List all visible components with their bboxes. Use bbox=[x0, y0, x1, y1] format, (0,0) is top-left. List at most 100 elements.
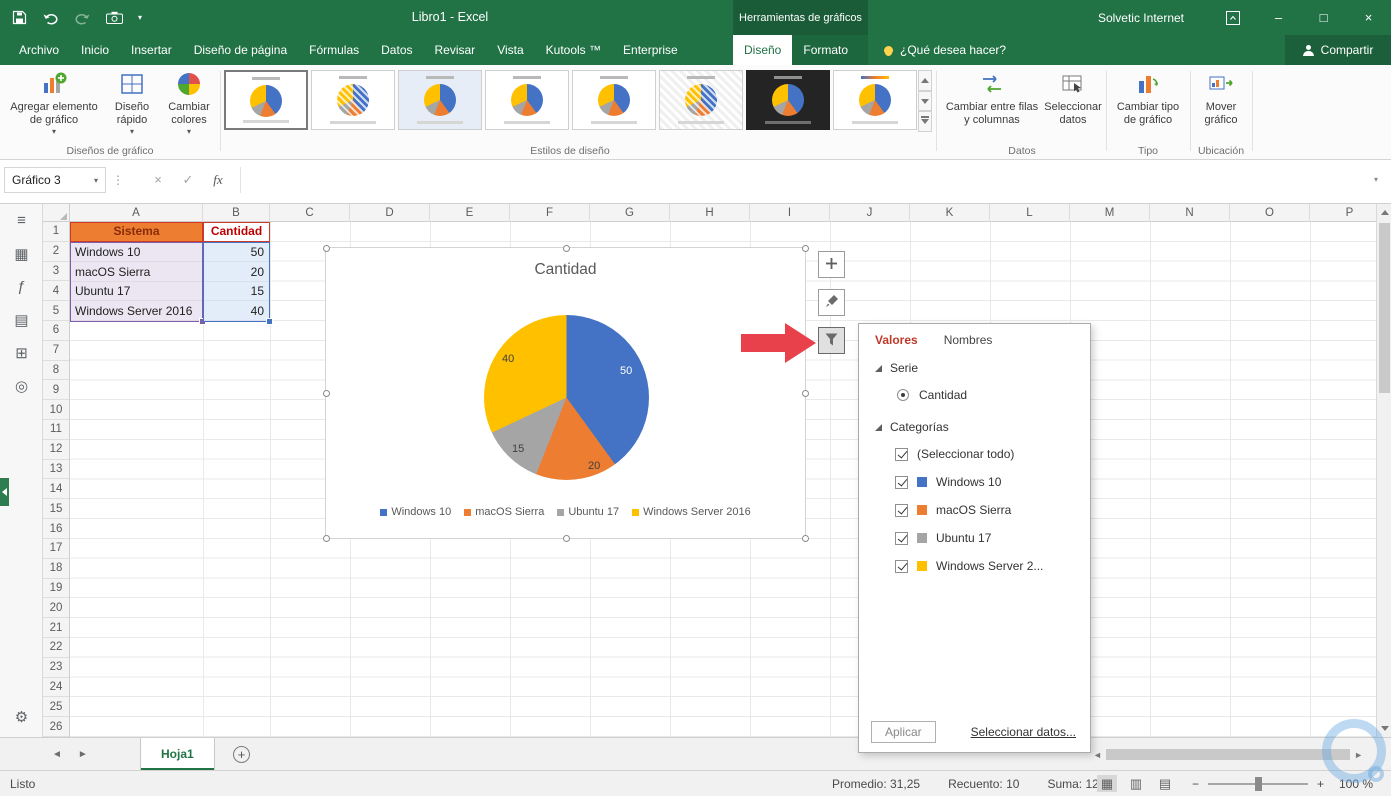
select-all-corner[interactable] bbox=[43, 204, 70, 222]
switch-row-column-button[interactable]: Cambiar entre filas y columnas bbox=[944, 69, 1040, 126]
change-colors-button[interactable]: Cambiar colores ▾ bbox=[160, 69, 218, 139]
select-data-link[interactable]: Seleccionar datos... bbox=[971, 725, 1076, 739]
pie-plot[interactable] bbox=[484, 315, 649, 480]
formula-icon[interactable]: ƒ bbox=[0, 270, 43, 303]
chart-selection-handle[interactable] bbox=[562, 535, 570, 542]
series-radio-option[interactable]: Cantidad bbox=[897, 388, 967, 402]
series-section-header[interactable]: Serie bbox=[875, 361, 918, 375]
zoom-out-icon[interactable]: − bbox=[1192, 777, 1199, 791]
row-header-2[interactable]: 2 bbox=[43, 242, 69, 262]
pane-collapse-handle[interactable] bbox=[0, 478, 9, 506]
row-header-14[interactable]: 14 bbox=[43, 479, 69, 500]
row-header-22[interactable]: 22 bbox=[43, 638, 69, 658]
maximize-button[interactable]: □ bbox=[1301, 0, 1346, 35]
column-header-f[interactable]: F bbox=[510, 204, 590, 222]
row-header-8[interactable]: 8 bbox=[43, 361, 69, 381]
name-box[interactable]: Gráfico 3 ▾ bbox=[4, 167, 106, 193]
row-header-6[interactable]: 6 bbox=[43, 321, 69, 341]
column-header-d[interactable]: D bbox=[350, 204, 430, 222]
chart-style-option[interactable] bbox=[485, 70, 569, 130]
insert-function-icon[interactable]: fx bbox=[206, 167, 230, 193]
checkbox-icon[interactable] bbox=[895, 447, 908, 461]
cell-a2[interactable]: Windows 10 bbox=[71, 243, 202, 263]
chart-style-option[interactable] bbox=[833, 70, 917, 130]
row-header-18[interactable]: 18 bbox=[43, 559, 69, 579]
enter-icon[interactable]: ✓ bbox=[176, 167, 200, 193]
tab-valores[interactable]: Valores bbox=[875, 333, 918, 347]
chart-selection-handle[interactable] bbox=[562, 245, 570, 252]
zoom-in-icon[interactable]: + bbox=[1317, 777, 1324, 791]
row-header-26[interactable]: 26 bbox=[43, 717, 69, 737]
horizontal-scroll-thumb[interactable] bbox=[1105, 749, 1351, 760]
cell-a5[interactable]: Windows Server 2016 bbox=[71, 301, 202, 321]
column-header-c[interactable]: C bbox=[270, 204, 350, 222]
chart-style-option[interactable] bbox=[224, 70, 308, 130]
zoom-slider-thumb[interactable] bbox=[1255, 776, 1263, 791]
ribbon-tab-datos[interactable]: Datos bbox=[370, 35, 423, 65]
gallery-more-button[interactable] bbox=[918, 111, 932, 133]
formula-bar-splitter[interactable]: ⋮ bbox=[112, 167, 124, 193]
chart-styles-button[interactable] bbox=[818, 289, 845, 316]
ribbon-tab-dise-o-de-p-gina[interactable]: Diseño de página bbox=[183, 35, 298, 65]
horizontal-scrollbar[interactable]: ◄ ► bbox=[1093, 746, 1363, 763]
cell-b2[interactable]: 50 bbox=[204, 243, 269, 263]
radio-icon[interactable] bbox=[897, 389, 909, 401]
page-break-view-icon[interactable]: ▤ bbox=[1155, 775, 1175, 792]
column-header-e[interactable]: E bbox=[430, 204, 510, 222]
row-header-19[interactable]: 19 bbox=[43, 579, 69, 599]
row-header-24[interactable]: 24 bbox=[43, 678, 69, 698]
redo-icon[interactable] bbox=[74, 11, 91, 25]
filter-option-seleccionar-todo[interactable]: (Seleccionar todo) bbox=[859, 440, 1090, 468]
chart-selection-handle[interactable] bbox=[802, 390, 809, 397]
categories-section-header[interactable]: Categorías bbox=[875, 420, 949, 434]
row-header-15[interactable]: 15 bbox=[43, 499, 69, 520]
signed-in-user[interactable]: Solvetic Internet bbox=[1098, 11, 1184, 25]
chart-selection-handle[interactable] bbox=[323, 390, 330, 397]
row-header-5[interactable]: 5 bbox=[43, 301, 69, 322]
row-header-3[interactable]: 3 bbox=[43, 262, 69, 282]
ribbon-tab-archivo[interactable]: Archivo bbox=[8, 35, 70, 65]
column-header-p[interactable]: P bbox=[1310, 204, 1376, 222]
ribbon-tab-formato[interactable]: Formato bbox=[792, 35, 859, 65]
row-header-13[interactable]: 13 bbox=[43, 460, 69, 480]
save-icon[interactable] bbox=[12, 10, 27, 25]
ribbon-tab-f-rmulas[interactable]: Fórmulas bbox=[298, 35, 370, 65]
settings-gear-icon[interactable]: ⚙ bbox=[0, 700, 43, 733]
share-button[interactable]: Compartir bbox=[1285, 35, 1391, 65]
row-header-11[interactable]: 11 bbox=[43, 420, 69, 440]
zoom-percent[interactable]: 100 % bbox=[1333, 777, 1373, 791]
row-header-1[interactable]: 1 bbox=[43, 222, 69, 242]
page-layout-view-icon[interactable]: ▥ bbox=[1126, 775, 1146, 792]
vertical-scrollbar[interactable] bbox=[1376, 204, 1391, 737]
row-header-12[interactable]: 12 bbox=[43, 440, 69, 460]
name-box-dropdown-icon[interactable]: ▾ bbox=[94, 176, 98, 185]
cell-a1[interactable]: Sistema bbox=[70, 222, 203, 242]
ribbon-display-options-icon[interactable] bbox=[1210, 0, 1256, 35]
chart-style-option[interactable] bbox=[572, 70, 656, 130]
gallery-scroll-down[interactable] bbox=[918, 90, 932, 112]
scroll-left-icon[interactable]: ◄ bbox=[1093, 750, 1102, 760]
row-header-10[interactable]: 10 bbox=[43, 400, 69, 421]
chart-title[interactable]: Cantidad bbox=[326, 261, 805, 279]
column-header-j[interactable]: J bbox=[830, 204, 910, 222]
normal-view-icon[interactable]: ▦ bbox=[1097, 775, 1117, 792]
column-header-i[interactable]: I bbox=[750, 204, 830, 222]
zoom-slider[interactable] bbox=[1208, 776, 1309, 791]
grid-view-icon[interactable]: ⊞ bbox=[0, 336, 43, 369]
sheet-tab-hoja1[interactable]: Hoja1 bbox=[140, 738, 215, 770]
customize-qat-icon[interactable]: ▾ bbox=[138, 13, 142, 22]
row-header-7[interactable]: 7 bbox=[43, 341, 69, 361]
ribbon-tab-enterprise[interactable]: Enterprise bbox=[612, 35, 689, 65]
gallery-scroll-up[interactable] bbox=[918, 70, 932, 91]
quick-layout-button[interactable]: Diseño rápido ▾ bbox=[106, 69, 158, 139]
column-header-g[interactable]: G bbox=[590, 204, 670, 222]
scroll-right-icon[interactable]: ► bbox=[1354, 750, 1363, 760]
checkbox-icon[interactable] bbox=[895, 559, 908, 573]
undo-icon[interactable] bbox=[42, 11, 59, 25]
ribbon-tab-inicio[interactable]: Inicio bbox=[70, 35, 120, 65]
filter-option-ubuntu-17[interactable]: Ubuntu 17 bbox=[859, 524, 1090, 552]
row-header-25[interactable]: 25 bbox=[43, 697, 69, 718]
chart-selection-handle[interactable] bbox=[323, 245, 330, 252]
cell-a4[interactable]: Ubuntu 17 bbox=[71, 282, 202, 302]
expand-formula-bar-icon[interactable]: ▾ bbox=[1367, 167, 1385, 193]
